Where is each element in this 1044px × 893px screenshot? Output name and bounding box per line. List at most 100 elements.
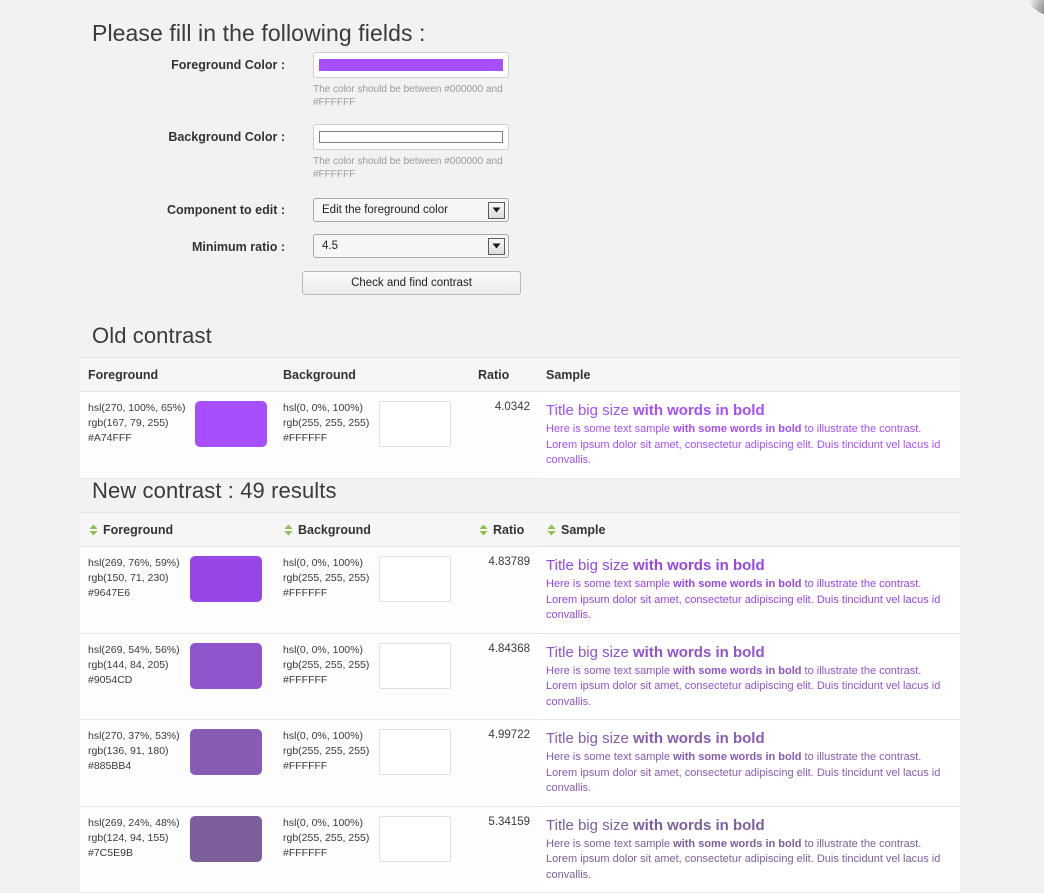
background-cell: hsl(0, 0%, 100%) rgb(255, 255, 255) #FFFFF… <box>275 806 470 893</box>
chevron-down-icon[interactable] <box>488 237 505 255</box>
column-header-foreground-label: Foreground <box>103 523 174 537</box>
component-to-edit-label: Component to edit : <box>166 203 285 217</box>
sample-title-plain: Title big size <box>546 816 633 834</box>
sample-title: Title big size with words in bold <box>546 556 952 575</box>
foreground-color-help: The color should be between #000000 and … <box>313 84 503 108</box>
foreground-rgb: rgb(150, 71, 230) <box>88 572 169 584</box>
column-header-foreground-sortable[interactable]: Foreground <box>80 512 275 547</box>
background-color-input[interactable] <box>313 124 509 150</box>
sample-body: Here is some text sample with some words… <box>546 577 952 624</box>
component-to-edit-value: Edit the foreground color <box>322 204 448 216</box>
foreground-hex: #7C5E9B <box>88 846 133 859</box>
sort-arrows-icon <box>88 524 99 536</box>
foreground-hex: #A74FFF <box>88 432 132 444</box>
background-color-chip <box>379 556 452 602</box>
sample-title-bold: with words in bold <box>632 816 765 834</box>
foreground-hsl: hsl(269, 24%, 48%) <box>88 816 180 829</box>
foreground-hex: #9647E6 <box>88 587 131 599</box>
sample-cell: Title big size with words in bold Here is… <box>538 719 960 807</box>
ratio-value: 4.0342 <box>470 391 538 479</box>
old-contrast-table: Foreground Background Ratio Sample hsl(2… <box>80 357 960 479</box>
background-cell: hsl(0, 0%, 100%) rgb(255, 255, 255) #FFFFF… <box>275 633 470 720</box>
minimum-ratio-select[interactable]: 4.5 <box>313 234 509 258</box>
background-cell: hsl(0, 0%, 100%) rgb(255, 255, 255) #FFFFF… <box>275 546 470 634</box>
background-color-chip <box>379 401 452 447</box>
sample-body-1: Here is some text sample <box>546 837 674 850</box>
sort-arrows-icon <box>283 524 294 536</box>
foreground-hsl: hsl(269, 76%, 59%) <box>88 557 180 569</box>
foreground-cell: hsl(270, 100%, 65%) rgb(167, 79, 255) #A74… <box>80 391 275 479</box>
page-root: Please fill in the following fields : Fo… <box>0 0 1044 893</box>
sample-title: Title big size with words in bold <box>546 643 952 662</box>
column-header-ratio-sortable[interactable]: Ratio <box>470 512 538 547</box>
column-header-background-sortable[interactable]: Background <box>275 512 470 547</box>
check-and-find-contrast-button[interactable]: Check and find contrast <box>302 271 521 295</box>
new-contrast-table: Foreground Background Ratio Sample hsl(2… <box>80 512 960 893</box>
old-contrast-title: Old contrast <box>92 323 212 348</box>
sample-cell: Title big size with words in bold Here is… <box>538 391 960 479</box>
page-title: Please fill in the following fields : <box>92 20 426 46</box>
foreground-hsl: hsl(270, 37%, 53%) <box>88 730 180 742</box>
column-header-background-label: Background <box>298 523 371 537</box>
new-contrast-table-wrap: Foreground Background Ratio Sample hsl(2… <box>80 512 960 893</box>
background-hsl: hsl(0, 0%, 100%) <box>283 816 363 829</box>
ratio-value: 4.83789 <box>470 546 538 634</box>
foreground-cell: hsl(269, 54%, 56%) rgb(144, 84, 205) #9054… <box>80 633 275 720</box>
background-hex: #FFFFFF <box>283 673 328 686</box>
background-rgb: rgb(255, 255, 255) <box>283 745 370 757</box>
sample-body-1: Here is some text sample <box>546 751 674 763</box>
sample-title-plain: Title big size <box>546 730 633 747</box>
sort-arrows-icon <box>478 524 489 536</box>
background-cell: hsl(0, 0%, 100%) rgb(255, 255, 255) #FFFFF… <box>275 719 470 807</box>
table-row: hsl(270, 100%, 65%) rgb(167, 79, 255) #A74… <box>80 391 960 479</box>
foreground-cell: hsl(269, 76%, 59%) rgb(150, 71, 230) #9647… <box>80 546 275 634</box>
column-header-sample-sortable[interactable]: Sample <box>538 512 960 547</box>
background-rgb: rgb(255, 255, 255) <box>283 572 370 584</box>
foreground-color-chip <box>189 556 262 602</box>
corner-artifact <box>1024 0 1044 16</box>
sample-body: Here is some text sample with some words… <box>546 837 952 884</box>
foreground-color-input[interactable] <box>313 52 509 78</box>
sample-body: Here is some text sample with some words… <box>546 422 952 469</box>
foreground-color-chip <box>189 642 262 689</box>
foreground-hex: #885BB4 <box>88 760 132 772</box>
table-header-row: Foreground Background Ratio Sample <box>80 512 960 547</box>
foreground-rgb: rgb(167, 79, 255) <box>88 417 169 429</box>
background-hex: #FFFFFF <box>283 587 328 599</box>
sample-body-bold: with some words in bold <box>673 837 802 850</box>
foreground-color-chip <box>195 401 268 447</box>
background-color-chip <box>379 642 452 689</box>
column-header-ratio-label: Ratio <box>493 523 525 537</box>
sample-title-plain: Title big size <box>546 402 633 419</box>
new-contrast-title: New contrast : 49 results <box>92 478 337 503</box>
foreground-rgb: rgb(136, 91, 180) <box>88 745 169 757</box>
sample-body-bold: with some words in bold <box>673 423 802 435</box>
sample-title-bold: with words in bold <box>632 730 765 747</box>
ratio-value: 4.84368 <box>470 633 538 720</box>
column-header-background: Background <box>275 357 470 392</box>
foreground-color-chip <box>189 729 262 775</box>
ratio-value: 5.34159 <box>470 806 538 893</box>
chevron-down-icon[interactable] <box>488 201 505 219</box>
background-color-chip <box>379 815 452 862</box>
sample-title: Title big size with words in bold <box>546 729 952 748</box>
background-hsl: hsl(0, 0%, 100%) <box>283 643 363 656</box>
old-contrast-table-wrap: Foreground Background Ratio Sample hsl(2… <box>80 357 960 479</box>
table-row: hsl(269, 76%, 59%) rgb(150, 71, 230) #9647… <box>80 546 960 634</box>
sample-body: Here is some text sample with some words… <box>546 750 952 797</box>
column-header-foreground: Foreground <box>80 357 275 392</box>
background-hsl: hsl(0, 0%, 100%) <box>283 402 363 414</box>
sample-title: Title big size with words in bold <box>546 401 952 420</box>
background-color-help: The color should be between #000000 and … <box>313 156 503 180</box>
sample-body-bold: with some words in bold <box>673 664 802 677</box>
sample-cell: Title big size with words in bold Here is… <box>538 546 960 634</box>
foreground-rgb: rgb(144, 84, 205) <box>88 658 169 671</box>
sample-cell: Title big size with words in bold Here is… <box>538 633 960 720</box>
foreground-hsl: hsl(269, 54%, 56%) <box>88 643 180 656</box>
sample-body-1: Here is some text sample <box>546 578 674 590</box>
sample-title-bold: with words in bold <box>632 557 765 574</box>
background-hex: #FFFFFF <box>283 432 328 444</box>
background-hsl: hsl(0, 0%, 100%) <box>283 730 363 742</box>
component-to-edit-select[interactable]: Edit the foreground color <box>313 198 509 222</box>
table-row: hsl(270, 37%, 53%) rgb(136, 91, 180) #885B… <box>80 719 960 807</box>
